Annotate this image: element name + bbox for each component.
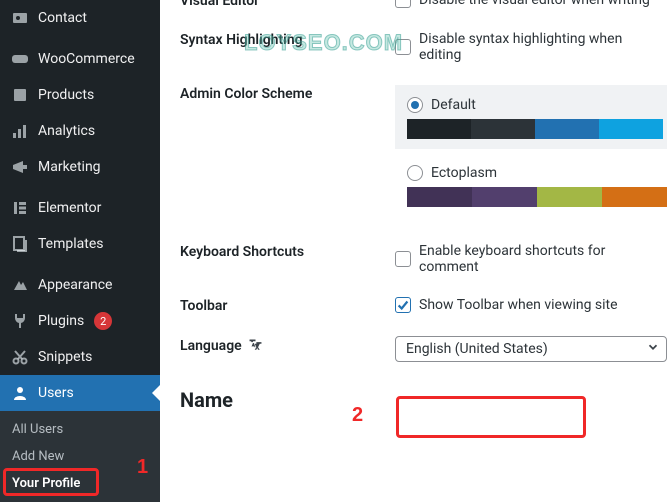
keyboard-shortcuts-toggle[interactable]: Enable keyboard shortcuts for comment [395,243,667,275]
sidebar-item-analytics[interactable]: Analytics [0,113,160,149]
sidebar-item-snippets[interactable]: Snippets [0,339,160,375]
checkbox-icon [395,0,411,8]
sidebar-item-contact[interactable]: Contact [0,0,160,36]
color-scheme-option-default[interactable]: Default [395,85,667,149]
contact-icon [10,8,30,28]
visual-editor-label: Visual Editor [180,0,395,9]
profile-form: Visual Editor Disable the visual editor … [160,0,667,502]
sidebar-item-plugins[interactable]: Plugins 2 [0,303,160,339]
scheme-name: Ectoplasm [431,165,497,181]
sidebar-item-label: Users [38,383,74,403]
sidebar-item-label: Appearance [38,275,112,295]
field-description: Show Toolbar when viewing site [419,297,618,313]
scheme-name: Default [431,97,476,113]
keyboard-shortcuts-label: Keyboard Shortcuts [180,243,395,260]
sidebar-item-label: Contact [38,8,87,28]
syntax-highlighting-label: Syntax Highlighting [180,31,395,48]
sidebar-item-woocommerce[interactable]: WooCommerce [0,41,160,77]
selected-value: English (United States) [406,341,548,357]
sidebar-item-appearance[interactable]: Appearance [0,267,160,303]
sidebar-item-label: Marketing [38,157,101,177]
radio-icon [407,97,423,113]
chevron-down-icon [646,340,660,358]
sidebar-item-label: Elementor [38,198,101,218]
update-count-badge: 2 [94,312,112,330]
palette-swatches [407,187,667,207]
templates-icon [10,234,30,254]
color-scheme-option-ectoplasm[interactable]: Ectoplasm [395,165,667,207]
radio-icon [407,165,423,181]
checkbox-icon [395,251,411,267]
name-section-heading: Name [180,388,667,412]
sidebar-item-label: Templates [38,234,104,254]
marketing-icon [10,157,30,177]
field-description: Enable keyboard shortcuts for comment [419,243,667,275]
syntax-highlighting-toggle[interactable]: Disable syntax highlighting when editing [395,31,667,63]
sidebar-item-label: Snippets [38,347,92,367]
elementor-icon [10,198,30,218]
submenu-your-profile[interactable]: Your Profile [0,470,160,497]
sidebar-item-label: Analytics [38,121,95,141]
products-icon [10,85,30,105]
field-description: Disable the visual editor when writing [419,0,650,8]
translate-icon [247,337,264,354]
appearance-icon [10,275,30,295]
checkbox-icon [395,39,411,55]
users-submenu: All Users Add New Your Profile [0,411,160,502]
sidebar-item-label: Products [38,85,94,105]
snippets-icon [10,347,30,367]
sidebar-item-label: Plugins [38,311,84,331]
language-label: Language [180,336,395,354]
sidebar-item-products[interactable]: Products [0,77,160,113]
sidebar-item-marketing[interactable]: Marketing [0,149,160,185]
checkbox-checked-icon [395,297,411,313]
sidebar-item-templates[interactable]: Templates [0,226,160,262]
submenu-all-users[interactable]: All Users [0,416,160,443]
users-icon [10,383,30,403]
admin-sidebar: Contact WooCommerce Products Analytics [0,0,160,502]
visual-editor-toggle[interactable]: Disable the visual editor when writing [395,0,667,8]
palette-swatches [407,119,663,139]
plugins-icon [10,311,30,331]
sidebar-item-label: WooCommerce [38,49,135,69]
sidebar-item-elementor[interactable]: Elementor [0,190,160,226]
field-description: Disable syntax highlighting when editing [419,31,667,63]
woocommerce-icon [10,49,30,69]
toolbar-toggle[interactable]: Show Toolbar when viewing site [395,297,667,313]
submenu-add-new[interactable]: Add New [0,443,160,470]
analytics-icon [10,121,30,141]
language-select[interactable]: English (United States) [395,336,667,362]
color-scheme-label: Admin Color Scheme [180,85,395,102]
sidebar-item-users[interactable]: Users [0,375,160,411]
toolbar-label: Toolbar [180,297,395,314]
